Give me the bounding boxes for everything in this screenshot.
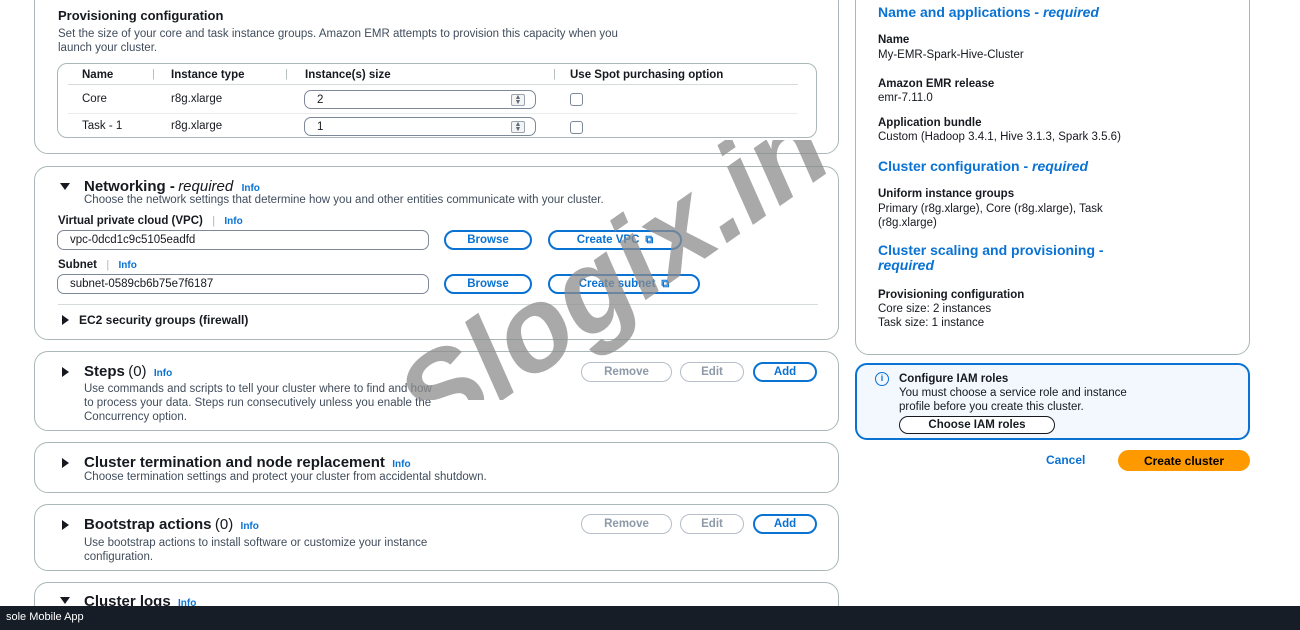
info-link[interactable]: Info (392, 459, 410, 470)
info-link[interactable]: Info (119, 260, 137, 271)
instance-table: Name | Instance type | Instance(s) size … (57, 63, 817, 138)
core-size-input[interactable]: 2 ▲ ▼ (304, 90, 536, 109)
provisioning-title: Provisioning configuration (58, 8, 224, 23)
summary-core-size: Core size: 2 instances (878, 303, 992, 315)
subnet-label: Subnet (58, 259, 97, 271)
expand-caret-icon[interactable] (62, 520, 69, 530)
provisioning-panel: Provisioning configuration Set the size … (34, 0, 839, 154)
task-spot-checkbox[interactable] (570, 121, 583, 134)
create-vpc-button[interactable]: Create VPC ⧉ (548, 230, 682, 250)
termination-panel: Cluster termination and node replacement… (34, 442, 839, 493)
networking-description: Choose the network settings that determi… (84, 194, 604, 206)
expand-caret-icon[interactable] (60, 597, 70, 604)
choose-iam-roles-button[interactable]: Choose IAM roles (899, 416, 1055, 434)
stepper-icon[interactable]: ▲ ▼ (511, 121, 525, 133)
termination-header[interactable]: Cluster termination and node replacement… (84, 454, 411, 471)
info-link[interactable]: Info (154, 368, 172, 379)
steps-description: Use commands and scripts to tell your cl… (84, 383, 432, 423)
iam-description: You must choose a service role and insta… (899, 387, 1127, 413)
external-link-icon: ⧉ (661, 277, 670, 290)
row-instance-type: r8g.xlarge (171, 120, 223, 132)
stepper-icon[interactable]: ▲ ▼ (511, 94, 525, 106)
task-size-input[interactable]: 1 ▲ ▼ (304, 117, 536, 136)
summary-name-label: Name (878, 34, 910, 46)
summary-cluster-config-title[interactable]: Cluster configuration - required (878, 158, 1088, 174)
expand-caret-icon[interactable] (62, 458, 69, 468)
vpc-label-row: Virtual private cloud (VPC) | Info (58, 215, 243, 227)
col-header-instance-size: Instance(s) size (305, 69, 391, 81)
create-cluster-button[interactable]: Create cluster (1118, 450, 1250, 471)
edit-step-button[interactable]: Edit (680, 362, 744, 382)
summary-scaling-title[interactable]: Cluster scaling and provisioning - requi… (878, 243, 1104, 273)
info-link[interactable]: Info (241, 521, 259, 532)
info-circle-icon: i (875, 372, 889, 386)
iam-info-alert: i Configure IAM roles You must choose a … (855, 363, 1250, 440)
expand-caret-icon[interactable] (62, 367, 69, 377)
networking-header[interactable]: Networking - required Info (84, 178, 260, 195)
iam-title: Configure IAM roles (899, 373, 1009, 385)
summary-release-value: emr-7.11.0 (878, 92, 933, 104)
summary-release-label: Amazon EMR release (878, 78, 995, 90)
steps-panel: Steps (0) Info Use commands and scripts … (34, 351, 839, 431)
summary-uniform-label: Uniform instance groups (878, 188, 1015, 200)
bootstrap-description: Use bootstrap actions to install softwar… (84, 537, 428, 563)
col-header-spot: Use Spot purchasing option (570, 69, 724, 81)
summary-provisioning-label: Provisioning configuration (878, 289, 1025, 301)
bootstrap-panel: Bootstrap actions (0) Info Use bootstrap… (34, 504, 839, 571)
summary-name-value: My-EMR-Spark-Hive-Cluster (878, 49, 1024, 61)
vpc-label: Virtual private cloud (VPC) (58, 215, 203, 227)
summary-task-size: Task size: 1 instance (878, 317, 985, 329)
cancel-button[interactable]: Cancel (1046, 453, 1085, 467)
row-name: Core (82, 93, 107, 105)
summary-panel: Name and applications - required Name My… (855, 0, 1250, 355)
browse-vpc-button[interactable]: Browse (444, 230, 532, 250)
browse-subnet-button[interactable]: Browse (444, 274, 532, 294)
expand-caret-icon[interactable] (60, 183, 70, 190)
mobile-app-link[interactable]: sole Mobile App (6, 611, 84, 623)
add-step-button[interactable]: Add (753, 362, 817, 382)
add-bootstrap-button[interactable]: Add (753, 514, 817, 534)
row-instance-type: r8g.xlarge (171, 93, 223, 105)
row-name: Task - 1 (82, 120, 123, 132)
core-spot-checkbox[interactable] (570, 93, 583, 106)
summary-uniform-value: Primary (r8g.xlarge), Core (r8g.xlarge),… (878, 203, 1103, 229)
external-link-icon: ⧉ (645, 233, 654, 246)
info-link[interactable]: Info (224, 216, 242, 227)
summary-name-apps-title[interactable]: Name and applications - required (878, 4, 1099, 20)
bootstrap-header[interactable]: Bootstrap actions (0) Info (84, 516, 259, 533)
networking-panel: Networking - required Info Choose the ne… (34, 166, 839, 340)
col-header-name: Name (82, 69, 114, 81)
edit-bootstrap-button[interactable]: Edit (680, 514, 744, 534)
create-subnet-button[interactable]: Create subnet ⧉ (548, 274, 700, 294)
expand-caret-icon[interactable] (62, 315, 69, 325)
col-header-instance-type: Instance type (171, 69, 245, 81)
vpc-input[interactable]: vpc-0dcd1c9c5105eadfd (57, 230, 429, 250)
subnet-label-row: Subnet | Info (58, 259, 137, 271)
summary-bundle-label: Application bundle (878, 117, 982, 129)
provisioning-description: Set the size of your core and task insta… (58, 28, 618, 54)
subnet-input[interactable]: subnet-0589cb6b75e7f6187 (57, 274, 429, 294)
steps-header[interactable]: Steps (0) Info (84, 363, 172, 380)
remove-bootstrap-button[interactable]: Remove (581, 514, 672, 534)
summary-bundle-value: Custom (Hadoop 3.4.1, Hive 3.1.3, Spark … (878, 131, 1121, 143)
remove-step-button[interactable]: Remove (581, 362, 672, 382)
bottom-bar: sole Mobile App (0, 606, 1300, 630)
termination-description: Choose termination settings and protect … (84, 471, 487, 483)
security-groups-toggle[interactable]: EC2 security groups (firewall) (79, 313, 248, 327)
info-link[interactable]: Info (242, 183, 260, 194)
